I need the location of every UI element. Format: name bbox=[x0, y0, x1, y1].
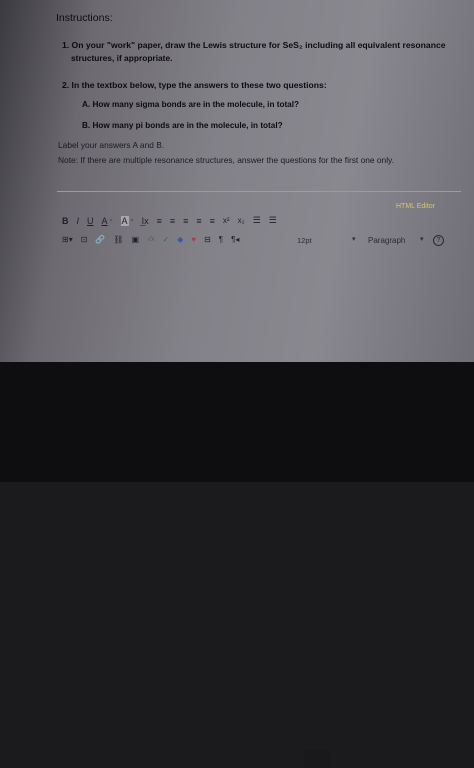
paragraph-format-select[interactable]: Paragraph bbox=[368, 236, 405, 245]
diamond-icon[interactable]: ◆ bbox=[177, 235, 183, 244]
indent-icon[interactable]: ≡ bbox=[210, 216, 215, 226]
answer-textbox[interactable] bbox=[57, 250, 461, 356]
clear-formatting-icon[interactable]: I̲x bbox=[142, 216, 149, 226]
bulleted-list-icon[interactable]: ☰ bbox=[253, 215, 261, 226]
monitor-logo-icon bbox=[304, 750, 330, 768]
highlight-dropdown-icon[interactable]: ▾ bbox=[131, 217, 134, 224]
question-a: A. How many sigma bonds are in the molec… bbox=[82, 100, 300, 109]
heart-icon[interactable]: ♥ bbox=[191, 235, 196, 244]
superscript-icon[interactable]: x² bbox=[223, 216, 230, 225]
instruction-1-line-1: 1. On your "work" paper, draw the Lewis … bbox=[62, 40, 446, 50]
font-size-select[interactable]: 12pt bbox=[297, 236, 312, 245]
align-right-icon[interactable]: ≡ bbox=[183, 216, 188, 226]
label-hint: Label your answers A and B. bbox=[58, 140, 165, 150]
equation-icon[interactable]: √x bbox=[147, 236, 154, 243]
resonance-note: Note: If there are multiple resonance st… bbox=[58, 155, 394, 165]
align-justify-icon[interactable]: ≡ bbox=[196, 216, 201, 226]
paragraph-rtl-icon[interactable]: ¶◂ bbox=[231, 235, 239, 244]
editor-toolbar-row-1: B I U A ▾ A ▾ I̲x ≡ ≡ ≡ ≡ ≡ x² x₂ ☰ ☰ bbox=[62, 215, 285, 226]
italic-button[interactable]: I bbox=[77, 216, 80, 226]
editor-toolbar-row-2: ⊞▾ ⊡ 🔗 ⛓ ▣ √x ✓ ◆ ♥ ⊟ ¶ ¶◂ bbox=[62, 235, 247, 244]
editor-top-divider bbox=[57, 191, 461, 192]
html-editor-link[interactable]: HTML Editor bbox=[396, 203, 435, 210]
align-left-icon[interactable]: ≡ bbox=[157, 216, 162, 226]
assignment-page: Instructions: 1. On your "work" paper, d… bbox=[0, 0, 474, 362]
instruction-1-line-2: structures, if appropriate. bbox=[71, 53, 173, 63]
instructions-title: Instructions: bbox=[56, 12, 113, 24]
font-color-dropdown-icon[interactable]: ▾ bbox=[110, 217, 113, 224]
highlight-color-button[interactable]: A bbox=[120, 215, 129, 226]
subscript-icon[interactable]: x₂ bbox=[238, 216, 245, 225]
monitor-bezel bbox=[0, 362, 474, 768]
font-size-dropdown-icon[interactable]: ▾ bbox=[352, 235, 356, 243]
paragraph-ltr-icon[interactable]: ¶ bbox=[219, 235, 223, 244]
align-center-icon[interactable]: ≡ bbox=[170, 216, 175, 226]
underline-button[interactable]: U bbox=[87, 216, 94, 226]
unlink-icon[interactable]: ⛓ bbox=[113, 235, 123, 244]
font-color-button[interactable]: A bbox=[102, 216, 108, 226]
instruction-2: 2. In the textbox below, type the answer… bbox=[62, 80, 327, 90]
embed-icon[interactable]: ⊟ bbox=[204, 235, 211, 244]
numbered-list-icon[interactable]: ☰ bbox=[269, 215, 277, 226]
table-icon[interactable]: ⊞▾ bbox=[62, 235, 73, 244]
question-b: B. How many pi bonds are in the molecule… bbox=[82, 121, 283, 130]
media-icon[interactable]: ⊡ bbox=[81, 235, 88, 244]
link-icon[interactable]: 🔗 bbox=[95, 235, 105, 244]
help-icon[interactable]: ? bbox=[433, 235, 444, 246]
image-icon[interactable]: ▣ bbox=[132, 235, 140, 244]
check-icon[interactable]: ✓ bbox=[162, 235, 169, 244]
bold-button[interactable]: B bbox=[62, 216, 69, 226]
paragraph-dropdown-icon[interactable]: ▾ bbox=[420, 235, 424, 243]
